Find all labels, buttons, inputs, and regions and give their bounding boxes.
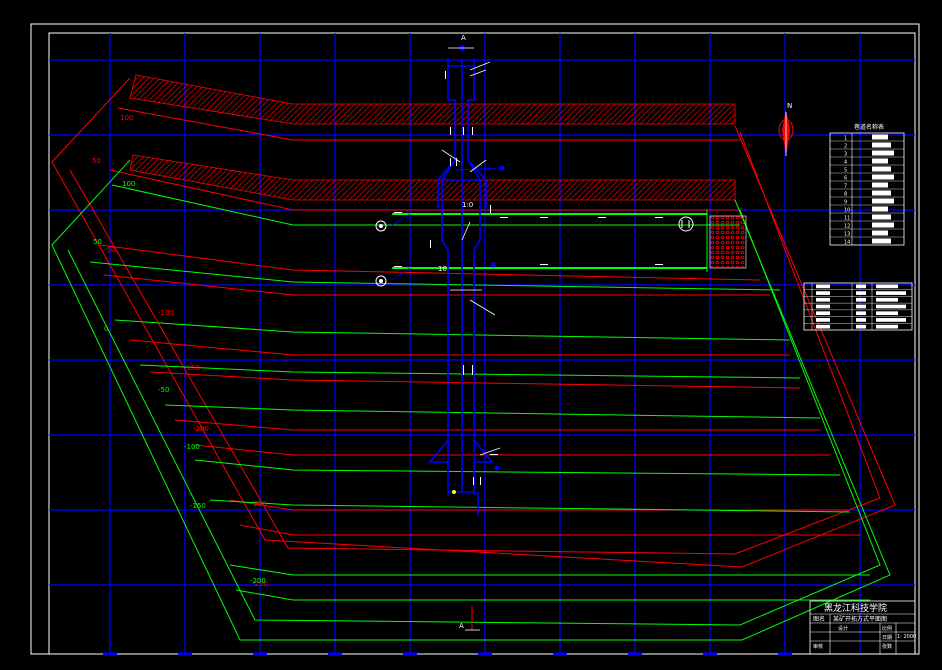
legend-title: 巷道名称表	[854, 123, 884, 131]
contour-label-red: -250	[251, 500, 267, 508]
equipment-row-swatch	[816, 291, 830, 295]
contour-label-green: -200	[250, 577, 266, 585]
legend-row-swatch	[872, 142, 891, 148]
contour-label-red: 100	[120, 114, 133, 122]
legend-row-number: 11	[844, 216, 850, 222]
shaft-label-lower: 10	[438, 265, 447, 273]
legend-row-number: 4	[844, 160, 847, 166]
equipment-row-swatch	[816, 318, 830, 322]
outcrop-hatch-upper	[129, 74, 736, 125]
contour-label-red: -200	[193, 425, 209, 433]
title-block: 黑龙江科技学院 图名 某矿开拓方式平面图 设计 比例 1: 2000 日期 张数…	[809, 600, 916, 655]
drawing-name-label: 图名	[813, 615, 825, 623]
drawing-name: 某矿开拓方式平面图	[833, 615, 887, 623]
legend-row-number: 6	[844, 176, 847, 182]
equipment-row-swatch	[876, 291, 906, 295]
equipment-row-swatch	[816, 284, 830, 289]
legend-row-number: 12	[844, 224, 850, 230]
outcrop-hatch-lower	[129, 154, 736, 201]
contour-label-green: 0	[104, 325, 108, 333]
legend-row-swatch	[872, 230, 888, 236]
equipment-row-swatch	[876, 297, 898, 302]
equipment-row-swatch	[816, 311, 830, 316]
legend-row-number: 14	[844, 240, 850, 246]
legend-row-swatch	[872, 166, 891, 172]
equipment-row-swatch	[856, 284, 866, 289]
legend-row-swatch	[872, 198, 894, 204]
shaft-system	[428, 58, 494, 515]
legend-row-number: 5	[844, 168, 847, 174]
equipment-row-swatch	[816, 304, 830, 309]
equipment-row-swatch	[856, 311, 866, 316]
level-roadways	[392, 213, 707, 269]
contour-label-red: -150	[184, 364, 200, 372]
contour-label-red: 50	[92, 157, 101, 165]
mine-plan-drawing: 100 50 -50 -100 -150 -200 -250 -250 100 …	[30, 23, 920, 656]
legend-row-swatch	[872, 182, 888, 188]
legend-row-swatch	[872, 222, 894, 228]
contour-label-green: 100	[122, 180, 135, 188]
legend-row-number: 13	[844, 232, 850, 238]
scale-label: 比例	[882, 625, 892, 632]
sheet-label: 张数	[882, 643, 892, 650]
contour-label-red: -100	[158, 309, 174, 317]
legend-row-swatch	[872, 150, 894, 156]
shaft-label-upper: 1:0	[462, 201, 473, 209]
legend-row-number: 7	[844, 184, 847, 190]
legend-row-swatch	[872, 134, 888, 140]
equipment-table	[803, 282, 913, 331]
legend-row-swatch	[872, 174, 894, 180]
checker-label: 审核	[813, 643, 823, 650]
equipment-row-swatch	[876, 311, 898, 316]
section-label-top: A	[461, 34, 466, 42]
legend-row-swatch	[872, 214, 891, 220]
designer-label: 设计	[838, 625, 848, 632]
legend-row-swatch	[872, 158, 888, 164]
section-mark-bottom: A	[459, 606, 480, 631]
legend-row-number: 1	[844, 136, 847, 142]
legend-row-number: 2	[844, 144, 847, 150]
legend-row-swatch	[872, 238, 891, 244]
scale-value: 1: 2000	[897, 634, 916, 640]
legend-row-number: 10	[844, 208, 850, 214]
green-contour-labels: 100 50 0 -50 -100 -150 -200	[93, 180, 266, 585]
north-label: N	[787, 102, 792, 110]
green-contours	[51, 159, 891, 641]
equipment-row-swatch	[856, 324, 866, 329]
legend-row-number: 8	[844, 192, 847, 198]
equipment-row-swatch	[816, 297, 830, 302]
section-label-bottom: A	[459, 622, 464, 630]
contour-label-red: -50	[104, 246, 115, 254]
equipment-row-swatch	[876, 304, 906, 309]
legend-row-number: 9	[844, 200, 847, 206]
equipment-row-swatch	[876, 318, 906, 322]
roadway-legend-table: 巷道名称表 1234567891011121314	[829, 123, 905, 246]
equipment-row-swatch	[856, 318, 866, 322]
equipment-row-swatch	[816, 324, 830, 329]
equipment-row-swatch	[856, 291, 866, 295]
legend-row-swatch	[872, 206, 888, 212]
contour-label-green: -100	[184, 443, 200, 451]
caved-zone	[709, 215, 747, 269]
contour-label-green: 50	[93, 238, 102, 246]
equipment-row-swatch	[856, 297, 866, 302]
date-label: 日期	[882, 635, 892, 641]
equipment-row-swatch	[856, 304, 866, 309]
equipment-row-swatch	[876, 284, 898, 289]
contour-label-green: -150	[190, 502, 206, 510]
legend-row-number: 3	[844, 152, 847, 158]
school-name: 黑龙江科技学院	[824, 602, 887, 614]
equipment-row-swatch	[876, 324, 898, 329]
legend-row-swatch	[872, 190, 891, 196]
north-arrow-icon: N	[778, 102, 794, 156]
contour-label-green: -50	[158, 386, 169, 394]
flow-arrows	[394, 71, 663, 485]
